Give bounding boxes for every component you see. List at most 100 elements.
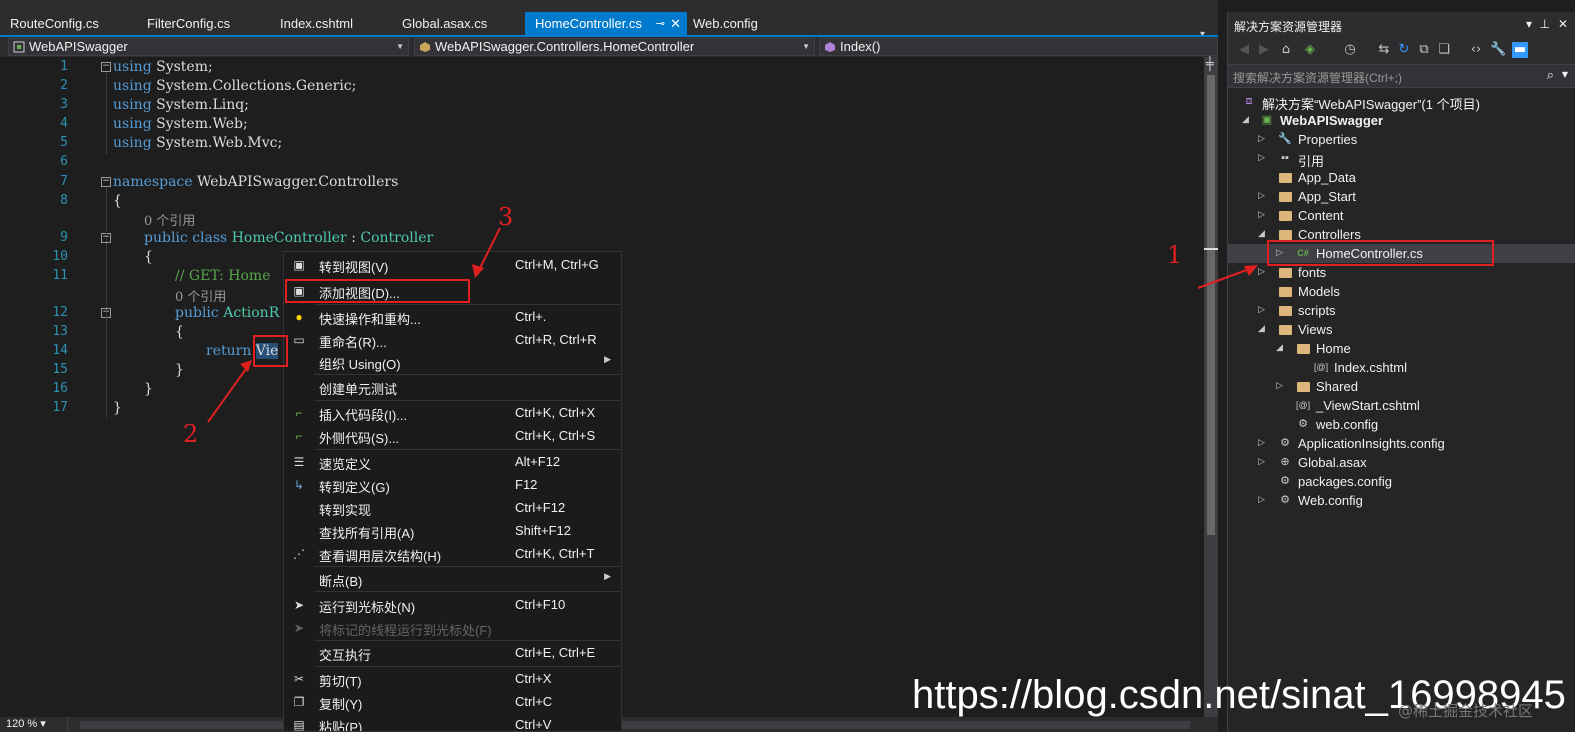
menu-item-paste[interactable]: ▤ 粘贴(P) Ctrl+V: [284, 714, 621, 731]
sync-icon[interactable]: ⇆: [1376, 42, 1392, 58]
tree-node-web-config[interactable]: ▷ ⚙ Web.config: [1228, 491, 1575, 510]
search-icon[interactable]: ⌕: [1547, 68, 1554, 83]
collapse-icon[interactable]: −: [101, 62, 111, 72]
forward-icon[interactable]: ▶: [1256, 42, 1272, 58]
editor-vertical-scrollbar[interactable]: ╪: [1204, 57, 1218, 717]
back-icon[interactable]: ◀: [1236, 42, 1252, 58]
menu-item-copy[interactable]: ❐ 复制(Y) Ctrl+C: [284, 691, 621, 713]
collapsed-arrow-icon[interactable]: ▷: [1258, 437, 1268, 448]
menu-item-peek-definition[interactable]: ☰ 速览定义 Alt+F12: [284, 451, 621, 473]
close-icon[interactable]: ✕: [670, 12, 681, 36]
codelens-references[interactable]: 0 个引用: [175, 286, 226, 305]
history-icon[interactable]: ◷: [1342, 42, 1358, 58]
chevron-down-icon[interactable]: ▾: [1526, 17, 1532, 31]
tree-node-properties[interactable]: ▷ 🔧 Properties: [1228, 130, 1575, 149]
menu-item-goto-view[interactable]: ▣ 转到视图(V) Ctrl+M, Ctrl+G: [284, 254, 621, 276]
menu-item-cut[interactable]: ✂ 剪切(T) Ctrl+X: [284, 668, 621, 690]
annotation-label: 3: [498, 203, 514, 231]
menu-item-breakpoint[interactable]: 断点(B) ▶: [284, 568, 621, 590]
tree-node-views[interactable]: ◢ Views: [1228, 320, 1575, 339]
tree-node-models[interactable]: Models: [1228, 282, 1575, 301]
expanded-arrow-icon[interactable]: ◢: [1276, 342, 1286, 353]
menu-item-label: 转到定义(G): [319, 480, 390, 495]
line-number: 11: [52, 268, 68, 283]
editor-horizontal-scrollbar[interactable]: [80, 721, 1190, 729]
tree-node-scripts[interactable]: ▷ scripts: [1228, 301, 1575, 320]
refresh-icon[interactable]: ↻: [1396, 42, 1412, 58]
collapsed-arrow-icon[interactable]: ▷: [1258, 456, 1268, 467]
pending-changes-icon[interactable]: ◈: [1302, 42, 1318, 58]
tab-index-cshtml[interactable]: Index.cshtml: [270, 12, 390, 36]
codelens-references[interactable]: 0 个引用: [144, 210, 195, 229]
peek-icon: ☰: [293, 455, 305, 469]
menu-item-run-to-cursor[interactable]: ➤ 运行到光标处(N) Ctrl+F10: [284, 594, 621, 616]
collapsed-arrow-icon[interactable]: ▷: [1258, 209, 1268, 220]
expanded-arrow-icon[interactable]: ◢: [1258, 323, 1268, 334]
member-dropdown-label: Index(): [840, 39, 881, 54]
tab-filterconfig[interactable]: FilterConfig.cs: [137, 12, 261, 36]
pin-icon[interactable]: ⊸: [656, 12, 665, 36]
tree-node-app-start[interactable]: ▷ App_Start: [1228, 187, 1575, 206]
solution-explorer-search[interactable]: 搜索解决方案资源管理器(Ctrl+;) ⌕ ▼: [1228, 64, 1575, 88]
tree-node-views-web-config[interactable]: ⚙ web.config: [1228, 415, 1575, 434]
pin-icon[interactable]: ⊥: [1540, 17, 1550, 31]
split-icon[interactable]: ╪: [1206, 57, 1214, 72]
scrollbar-thumb[interactable]: [1207, 75, 1215, 535]
menu-item-organize-usings[interactable]: 组织 Using(O) ▶: [284, 351, 621, 373]
view-code-icon[interactable]: ‹›: [1468, 42, 1484, 58]
tree-node-packages-config[interactable]: ⚙ packages.config: [1228, 472, 1575, 491]
menu-item-shortcut: Ctrl+M, Ctrl+G: [515, 257, 599, 272]
menu-item-execute-interactive[interactable]: 交互执行 Ctrl+E, Ctrl+E: [284, 642, 621, 664]
menu-item-goto-definition[interactable]: ↳ 转到定义(G) F12: [284, 474, 621, 496]
tree-node-label: ApplicationInsights.config: [1298, 436, 1445, 451]
type-dropdown[interactable]: WebAPISwagger.Controllers.HomeController…: [414, 38, 815, 56]
menu-item-insert-snippet[interactable]: ⌐ 插入代码段(I)... Ctrl+K, Ctrl+X: [284, 402, 621, 424]
tree-node-label: Models: [1298, 284, 1340, 299]
collapse-all-icon[interactable]: ⧉: [1416, 42, 1432, 58]
collapsed-arrow-icon[interactable]: ▷: [1258, 304, 1268, 315]
collapsed-arrow-icon[interactable]: ▷: [1258, 152, 1268, 163]
zoom-dropdown[interactable]: 120 % ▾: [6, 717, 68, 732]
tree-node-label: Content: [1298, 208, 1344, 223]
menu-item-view-call-hierarchy[interactable]: ⋰ 查看调用层次结构(H) Ctrl+K, Ctrl+T: [284, 543, 621, 565]
collapsed-arrow-icon[interactable]: ▷: [1276, 380, 1286, 391]
menu-item-create-unit-tests[interactable]: 创建单元测试: [284, 376, 621, 398]
menu-item-surround-with[interactable]: ⌐ 外侧代码(S)... Ctrl+K, Ctrl+S: [284, 425, 621, 447]
tree-node-project[interactable]: ◢ ▣ WebAPISwagger: [1228, 111, 1575, 130]
menu-item-goto-implementation[interactable]: 转到实现 Ctrl+F12: [284, 497, 621, 519]
collapsed-arrow-icon[interactable]: ▷: [1258, 190, 1268, 201]
menu-item-find-all-references[interactable]: 查找所有引用(A) Shift+F12: [284, 520, 621, 542]
collapse-icon[interactable]: −: [101, 177, 111, 187]
tree-node-home[interactable]: ◢ Home: [1228, 339, 1575, 358]
tree-node-global-asax[interactable]: ▷ ⊕ Global.asax: [1228, 453, 1575, 472]
menu-item-rename[interactable]: ▭ 重命名(R)... Ctrl+R, Ctrl+R: [284, 329, 621, 351]
tree-node-references[interactable]: ▷ ▪▪ 引用: [1228, 149, 1575, 169]
tab-web-config[interactable]: Web.config: [683, 12, 783, 36]
chevron-down-icon[interactable]: ▼: [1562, 70, 1568, 79]
tab-routeconfig[interactable]: RouteConfig.cs: [0, 12, 128, 36]
close-icon[interactable]: ✕: [1558, 17, 1568, 31]
tree-node-index-cshtml[interactable]: [@] Index.cshtml: [1228, 358, 1575, 377]
home-icon[interactable]: ⌂: [1278, 42, 1294, 58]
tree-node-appinsights-config[interactable]: ▷ ⚙ ApplicationInsights.config: [1228, 434, 1575, 453]
expanded-arrow-icon[interactable]: ◢: [1242, 114, 1252, 125]
collapsed-arrow-icon[interactable]: ▷: [1258, 266, 1268, 277]
solution-icon: ⧈: [1245, 95, 1253, 107]
wrench-icon[interactable]: 🔧: [1490, 42, 1506, 58]
show-all-files-icon[interactable]: ❏: [1436, 42, 1452, 58]
member-dropdown[interactable]: Index(): [819, 38, 1218, 56]
tree-node-content[interactable]: ▷ Content: [1228, 206, 1575, 225]
code-line: {: [113, 193, 122, 209]
tree-node-solution[interactable]: ⧈ 解决方案“WebAPISwagger”(1 个项目): [1228, 92, 1575, 112]
menu-item-quick-actions[interactable]: ● 快速操作和重构... Ctrl+.: [284, 306, 621, 328]
tree-node-viewstart[interactable]: [@] _ViewStart.cshtml: [1228, 396, 1575, 415]
collapsed-arrow-icon[interactable]: ▷: [1258, 494, 1268, 505]
expanded-arrow-icon[interactable]: ◢: [1258, 228, 1268, 239]
preview-selected-icon[interactable]: ▬: [1512, 42, 1528, 58]
tab-homecontroller[interactable]: HomeController.cs ⊸ ✕: [525, 12, 687, 36]
tree-node-shared[interactable]: ▷ Shared: [1228, 377, 1575, 396]
project-dropdown[interactable]: WebAPISwagger ▼: [8, 38, 409, 56]
collapsed-arrow-icon[interactable]: ▷: [1258, 133, 1268, 144]
tree-node-app-data[interactable]: App_Data: [1228, 168, 1575, 187]
tab-global-asax-cs[interactable]: Global.asax.cs: [392, 12, 522, 36]
